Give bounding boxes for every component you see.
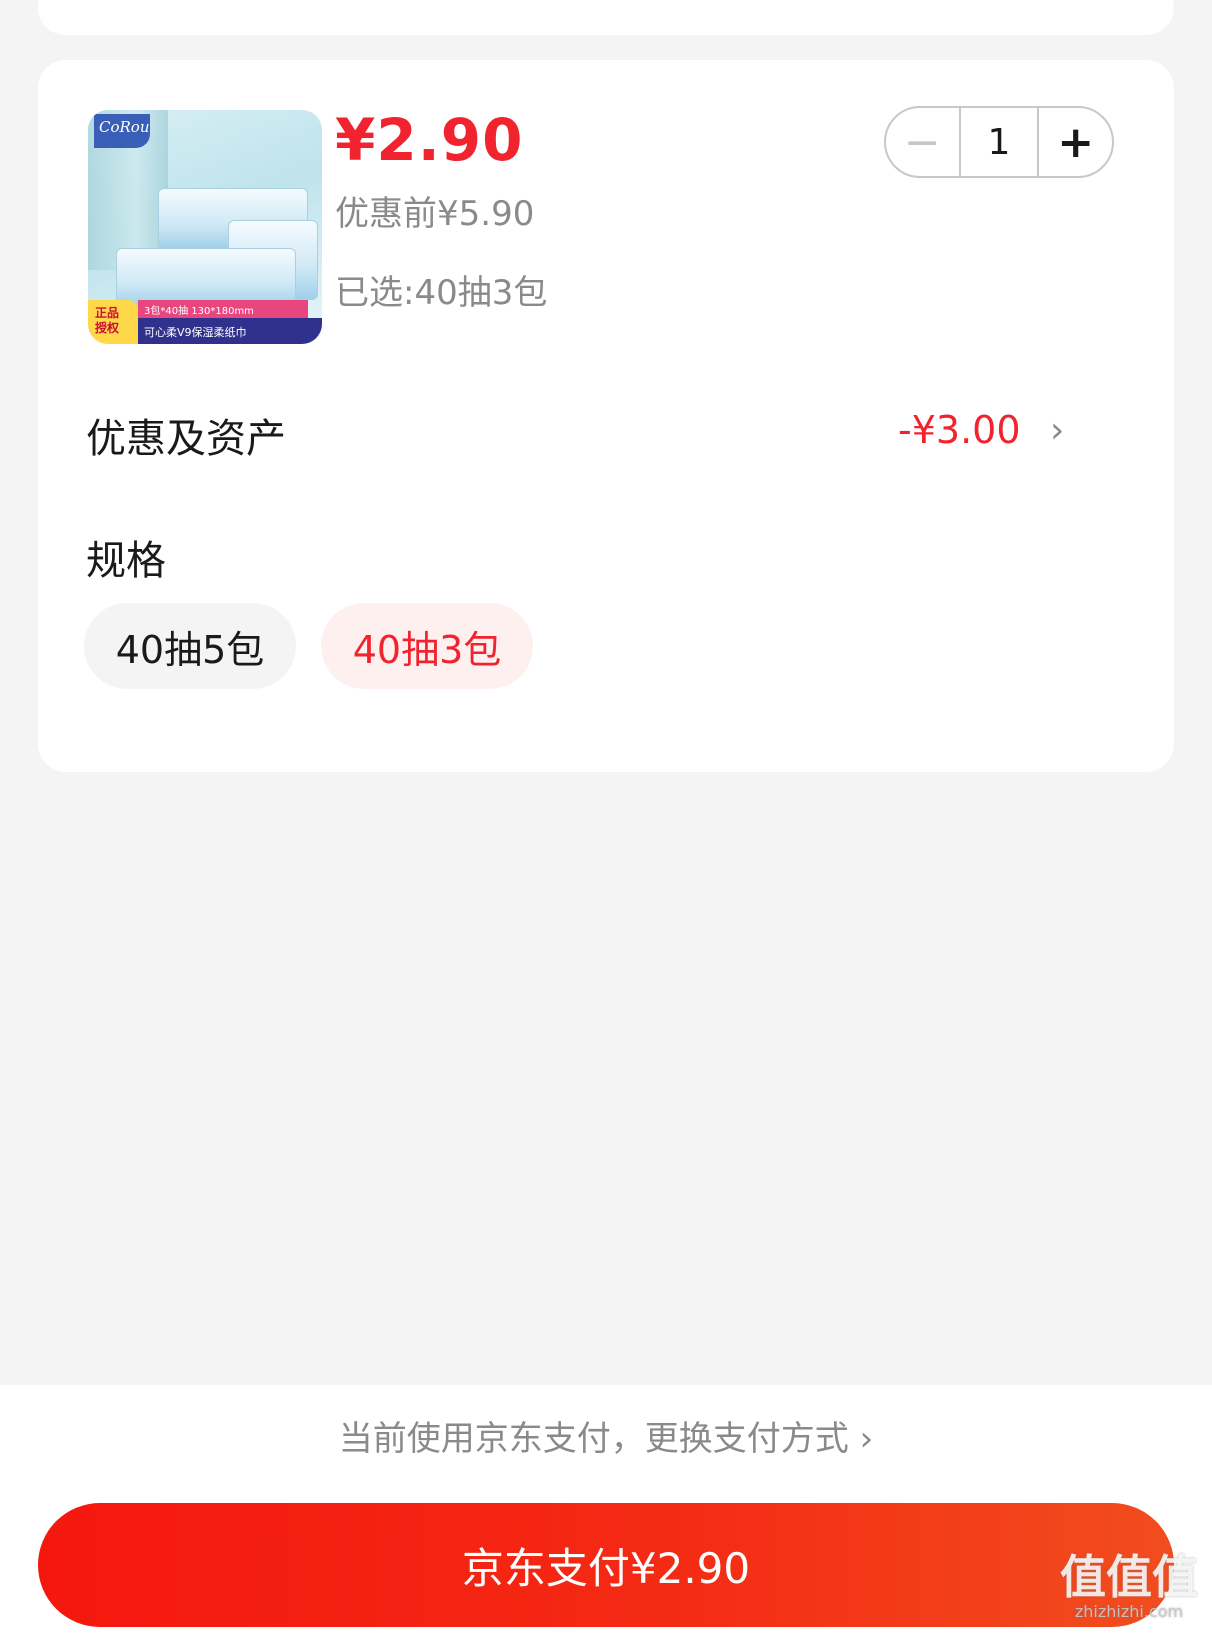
order-card: CoRou 3包*40抽 130*180mm 可心柔V9保湿柔纸巾 正品 授权 … (38, 60, 1174, 772)
pay-button[interactable]: 京东支付¥2.90 (38, 1503, 1174, 1627)
current-price: ¥2.90 (335, 106, 524, 174)
minus-icon[interactable]: − (886, 108, 959, 176)
spec-option[interactable]: 40抽5包 (84, 603, 296, 689)
pack-info-strip: 3包*40抽 130*180mm (138, 300, 308, 318)
original-price: 优惠前¥5.90 (335, 194, 535, 234)
watermark-url: zhizhizhi.com (1074, 1602, 1184, 1621)
change-payment-method-link[interactable]: 当前使用京东支付，更换支付方式 › (0, 1411, 1212, 1460)
quantity-input[interactable]: 1 (958, 108, 1040, 176)
tissue-pack (116, 248, 296, 308)
product-name-strip: 可心柔V9保湿柔纸巾 (138, 318, 322, 344)
checkout-page: CoRou 3包*40抽 130*180mm 可心柔V9保湿柔纸巾 正品 授权 … (0, 0, 1212, 1642)
badge-line: 正品 (95, 306, 120, 320)
brand-logo: CoRou (94, 114, 150, 148)
quantity-stepper: − 1 + (884, 106, 1114, 178)
authentic-badge: 正品 授权 (88, 300, 138, 344)
spec-label: 规格 (86, 538, 166, 584)
previous-card (38, 0, 1174, 35)
badge-line: 授权 (95, 321, 120, 335)
discount-label[interactable]: 优惠及资产 (86, 406, 286, 464)
watermark: 值值值 zhizhizhi.com (1060, 1552, 1198, 1622)
product-thumbnail[interactable]: CoRou 3包*40抽 130*180mm 可心柔V9保湿柔纸巾 正品 授权 (88, 110, 322, 344)
watermark-title: 值值值 (1060, 1550, 1198, 1604)
selected-spec: 已选:40抽3包 (335, 273, 548, 313)
bottom-bar: 当前使用京东支付，更换支付方式 › 京东支付¥2.90 (0, 1385, 1212, 1642)
spec-option-selected[interactable]: 40抽3包 (321, 603, 533, 689)
discount-value[interactable]: -¥3.00 (898, 408, 1021, 452)
chevron-right-icon[interactable]: › (1050, 410, 1064, 451)
plus-icon[interactable]: + (1039, 108, 1112, 176)
